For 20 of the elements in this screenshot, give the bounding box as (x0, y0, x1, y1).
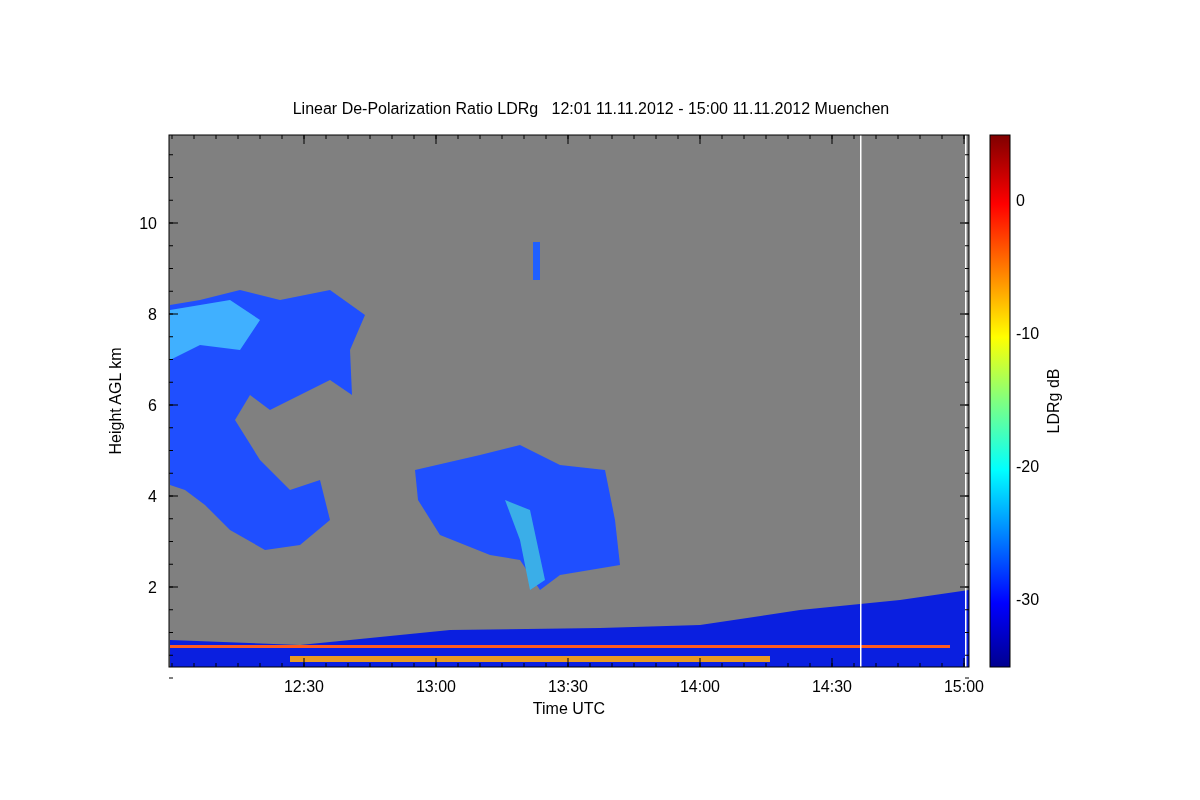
colorbar-tick-label: 0 (1016, 192, 1025, 209)
y-tick-label: 2 (148, 579, 157, 596)
x-tick-label: 13:30 (548, 678, 588, 695)
cloud-region (533, 242, 540, 280)
x-tick-label: 14:00 (680, 678, 720, 695)
colorbar-tick-label: -20 (1016, 458, 1040, 475)
x-tick-label: 14:30 (812, 678, 852, 695)
chart-title: Linear De-Polarization Ratio LDRg 12:01 11.11.2012 - 15:00 11.11.2012 Muenchen (292, 100, 890, 117)
colorbar-tick-label: -30 (1016, 591, 1040, 608)
x-tick-label: 12:30 (284, 678, 324, 695)
colorbar-label: LDRg dB (1045, 368, 1062, 434)
colorbar-tick-label: -10 (1016, 325, 1040, 342)
y-tick-label: 6 (148, 397, 157, 414)
y-tick-label: 10 (139, 215, 157, 232)
y-tick-label: 4 (148, 488, 157, 505)
y-tick-label: 8 (148, 306, 157, 323)
y-axis-label: Height AGL km (107, 347, 124, 455)
x-axis-label: Time UTC (532, 700, 606, 717)
x-tick-label: 15:00 (944, 678, 984, 695)
x-tick-label: 13:00 (416, 678, 456, 695)
